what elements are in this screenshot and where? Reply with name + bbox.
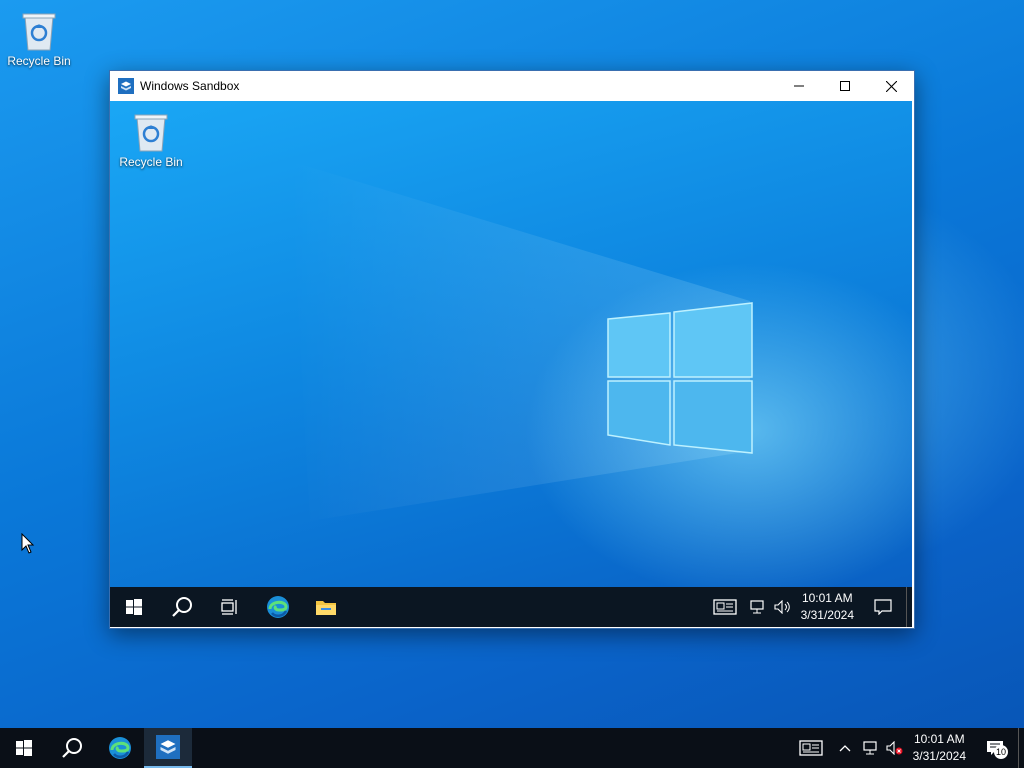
task-view-icon (221, 599, 237, 615)
sandbox-clock-date: 3/31/2024 (800, 608, 854, 622)
taskbar-clock-date: 3/31/2024 (912, 749, 966, 763)
recycle-bin-icon (22, 13, 56, 51)
start-button[interactable] (0, 728, 48, 768)
search-icon (172, 597, 192, 617)
start-icon (16, 740, 32, 756)
network-icon (863, 741, 877, 755)
search-icon (62, 738, 82, 758)
sandbox-network-button[interactable] (745, 587, 771, 627)
sandbox-desktop-icon-recycle-bin[interactable]: Recycle Bin (114, 109, 188, 169)
network-button[interactable] (859, 728, 883, 768)
sandbox-search-button[interactable] (158, 587, 206, 627)
sandbox-system-tray: 10:01 AM 3/31/2024 (705, 587, 912, 627)
sandbox-window: Windows Sandbox Recycle Bin 10:01 AM 3/3… (109, 70, 915, 629)
notification-icon (874, 599, 892, 615)
desktop-icon-recycle-bin[interactable]: Recycle Bin (2, 8, 76, 68)
volume-icon (774, 600, 790, 614)
start-icon (126, 599, 142, 615)
notification-count-badge: 10 (994, 745, 1008, 759)
sandbox-news-button[interactable] (705, 587, 745, 627)
search-button[interactable] (48, 728, 96, 768)
window-title: Windows Sandbox (140, 79, 240, 93)
maximize-icon (840, 81, 850, 91)
sandbox-edge-button[interactable] (254, 587, 302, 627)
sandbox-start-button[interactable] (110, 587, 158, 627)
volume-button[interactable] (883, 728, 907, 768)
close-icon (885, 80, 897, 92)
system-tray: 10:01 AM 3/31/2024 10 (791, 728, 1024, 768)
sandbox-show-desktop[interactable] (906, 587, 912, 627)
edge-icon (109, 737, 131, 759)
chevron-up-icon (839, 745, 851, 752)
sandbox-file-explorer-button[interactable] (302, 587, 350, 627)
volume-muted-icon (886, 741, 903, 755)
windows-wallpaper-logo (290, 161, 753, 521)
sandbox-task-view-button[interactable] (206, 587, 254, 627)
maximize-button[interactable] (822, 71, 868, 101)
file-explorer-icon (316, 601, 336, 615)
mouse-pointer-icon (21, 533, 35, 554)
windows-sandbox-icon (156, 735, 180, 759)
windows-sandbox-taskbar-button[interactable] (144, 728, 192, 768)
news-icon (712, 599, 737, 615)
windows-sandbox-icon (118, 78, 134, 94)
news-icon (798, 740, 823, 756)
taskbar: 10:01 AM 3/31/2024 10 (0, 728, 1024, 768)
taskbar-clock-time: 10:01 AM (913, 732, 965, 746)
show-desktop-button[interactable] (1018, 728, 1024, 768)
sandbox-clock[interactable]: 10:01 AM 3/31/2024 (795, 590, 860, 624)
edge-button[interactable] (96, 728, 144, 768)
desktop-icon-label: Recycle Bin (7, 54, 71, 68)
desktop-icon-label: Recycle Bin (119, 155, 183, 169)
recycle-bin-icon (134, 114, 168, 152)
sandbox-desktop[interactable]: Recycle Bin 10:01 AM 3/31/2024 (110, 101, 912, 627)
news-button[interactable] (791, 728, 831, 768)
sandbox-clock-time: 10:01 AM (801, 591, 853, 605)
sandbox-taskbar: 10:01 AM 3/31/2024 (110, 587, 912, 627)
sandbox-volume-button[interactable] (771, 587, 795, 627)
network-icon (750, 600, 764, 614)
show-hidden-icons-button[interactable] (831, 728, 859, 768)
edge-icon (267, 596, 289, 618)
minimize-button[interactable] (776, 71, 822, 101)
taskbar-clock[interactable]: 10:01 AM 3/31/2024 (907, 731, 972, 765)
sandbox-notification-button[interactable] (860, 587, 906, 627)
close-button[interactable] (868, 71, 914, 101)
minimize-icon (794, 85, 804, 87)
notification-center-button[interactable]: 10 (972, 728, 1018, 768)
title-bar[interactable]: Windows Sandbox (110, 71, 914, 101)
